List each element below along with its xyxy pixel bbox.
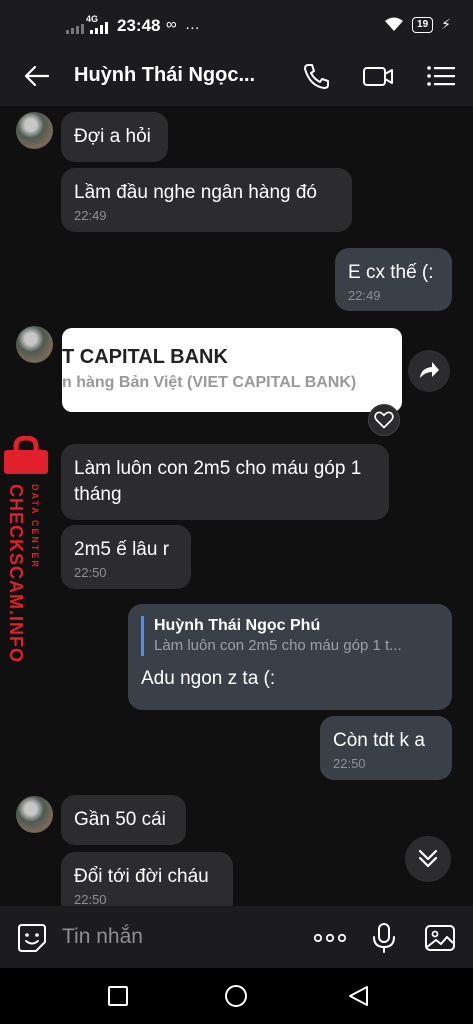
menu-icon[interactable] xyxy=(426,61,458,91)
link-preview-card[interactable]: T CAPITAL BANK n hàng Bản Việt (VIET CAP… xyxy=(62,328,402,412)
message-input[interactable]: Tin nhắn xyxy=(62,925,143,949)
scroll-down-icon[interactable] xyxy=(405,836,451,882)
chat-header: Huỳnh Thái Ngọc... xyxy=(0,46,473,106)
message-bubble-incoming[interactable]: Đợi a hỏi xyxy=(61,112,168,162)
message-text: Làm luôn con 2m5 cho máu góp 1 tháng xyxy=(74,458,362,505)
message-text: Lầm đầu nghe ngân hàng đó xyxy=(74,182,317,203)
nav-back-icon[interactable] xyxy=(347,984,371,1008)
wifi-icon xyxy=(385,17,404,31)
contact-name[interactable]: Huỳnh Thái Ngọc... xyxy=(74,64,255,87)
gallery-icon[interactable] xyxy=(424,922,456,954)
message-text: E cx thế (: xyxy=(348,262,434,283)
watermark: CHECKSCAM.INFO DATA CENTER xyxy=(0,436,52,666)
lock-icon xyxy=(4,436,48,474)
status-bar: 4G 23:48 ∞ … 19 ⚡ xyxy=(0,0,473,46)
message-bubble-outgoing[interactable]: Còn tdt k a 22:50 xyxy=(320,716,452,780)
message-bubble-incoming[interactable]: Gần 50 cái xyxy=(61,795,186,845)
message-time: 22:50 xyxy=(333,756,366,771)
watermark-text: CHECKSCAM.INFO xyxy=(6,484,26,663)
avatar[interactable] xyxy=(16,112,53,149)
message-bubble-incoming[interactable]: Làm luôn con 2m5 cho máu góp 1 tháng xyxy=(61,444,389,520)
message-bubble-incoming[interactable]: Đổi tới đời cháu 22:50 xyxy=(61,852,233,906)
link-icon: ∞ xyxy=(166,16,179,33)
message-text: 2m5 ế lâu r xyxy=(74,539,170,560)
message-list[interactable]: Đợi a hỏi Lầm đầu nghe ngân hàng đó 22:4… xyxy=(0,106,473,906)
more-options-icon[interactable] xyxy=(312,922,348,954)
link-title: T CAPITAL BANK xyxy=(62,346,228,368)
message-bubble-outgoing[interactable]: E cx thế (: 22:49 xyxy=(335,248,452,311)
avatar[interactable] xyxy=(16,326,53,363)
message-text: Còn tdt k a xyxy=(333,730,425,751)
message-composer: Tin nhắn xyxy=(0,906,473,968)
message-time: 22:49 xyxy=(348,288,381,303)
notification-icons: ∞ … xyxy=(166,16,202,33)
clock: 23:48 xyxy=(117,16,161,35)
message-bubble-incoming[interactable]: Lầm đầu nghe ngân hàng đó 22:49 xyxy=(61,168,352,232)
phone-icon[interactable] xyxy=(300,61,332,91)
back-arrow-icon[interactable] xyxy=(22,62,50,90)
video-icon[interactable] xyxy=(362,61,394,91)
message-time: 22:50 xyxy=(74,892,107,906)
charging-icon: ⚡ xyxy=(441,16,451,32)
message-bubble-incoming[interactable]: 2m5 ế lâu r 22:50 xyxy=(61,525,191,589)
heart-icon[interactable] xyxy=(368,404,400,436)
sticker-icon[interactable] xyxy=(16,922,48,954)
message-text: Gần 50 cái xyxy=(74,809,166,830)
quoted-text: Làm luôn con 2m5 cho máu góp 1 t... xyxy=(154,637,402,654)
share-icon[interactable] xyxy=(408,350,450,392)
network-label: 4G xyxy=(86,14,99,24)
reply-bubble-outgoing[interactable]: Huỳnh Thái Ngọc Phú Làm luôn con 2m5 cho… xyxy=(128,604,452,710)
home-icon[interactable] xyxy=(224,984,248,1008)
link-subtitle: n hàng Bản Việt (VIET CAPITAL BANK) xyxy=(62,374,357,391)
more-notifications: … xyxy=(184,16,202,33)
message-time: 22:50 xyxy=(74,565,107,580)
message-time: 22:49 xyxy=(74,208,107,223)
message-text: Adu ngon z ta (: xyxy=(141,668,276,689)
status-right: 19 ⚡ xyxy=(384,16,451,33)
microphone-icon[interactable] xyxy=(368,922,400,954)
quoted-message[interactable]: Huỳnh Thái Ngọc Phú Làm luôn con 2m5 cho… xyxy=(141,616,439,656)
avatar[interactable] xyxy=(16,796,53,833)
quoted-sender: Huỳnh Thái Ngọc Phú xyxy=(154,617,321,634)
recent-apps-icon[interactable] xyxy=(106,984,130,1008)
battery-indicator: 19 xyxy=(412,16,434,33)
system-nav-bar xyxy=(0,968,473,1024)
message-text: Đợi a hỏi xyxy=(74,126,151,147)
watermark-subtext: DATA CENTER xyxy=(30,484,40,569)
message-text: Đổi tới đời cháu xyxy=(74,866,209,887)
